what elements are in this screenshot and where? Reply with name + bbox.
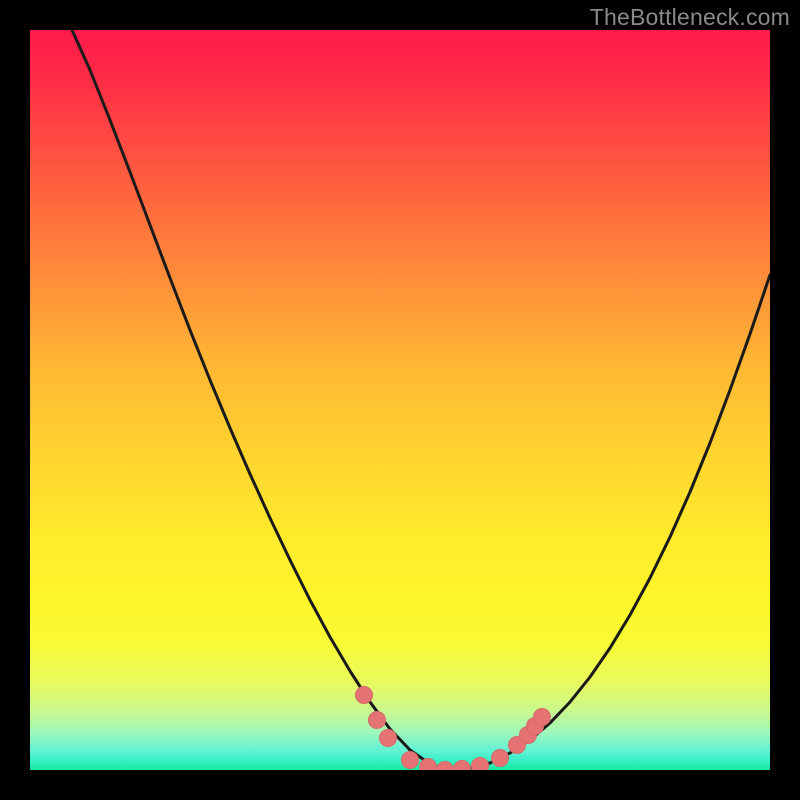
curve-bottleneck-curve-left xyxy=(72,30,445,770)
chart-svg xyxy=(30,30,770,770)
chart-frame: TheBottleneck.com xyxy=(0,0,800,800)
highlight-marker xyxy=(369,712,386,729)
highlight-marker xyxy=(472,758,489,771)
curve-group xyxy=(72,30,770,770)
chart-plot-area xyxy=(30,30,770,770)
highlight-marker xyxy=(492,750,509,767)
watermark-label: TheBottleneck.com xyxy=(590,4,790,31)
marker-group xyxy=(356,687,551,771)
highlight-marker xyxy=(380,730,397,747)
curve-bottleneck-curve-right xyxy=(445,275,770,770)
highlight-marker xyxy=(356,687,373,704)
highlight-marker xyxy=(534,709,551,726)
highlight-marker xyxy=(454,761,471,771)
highlight-marker xyxy=(437,762,454,771)
highlight-marker xyxy=(402,752,419,769)
